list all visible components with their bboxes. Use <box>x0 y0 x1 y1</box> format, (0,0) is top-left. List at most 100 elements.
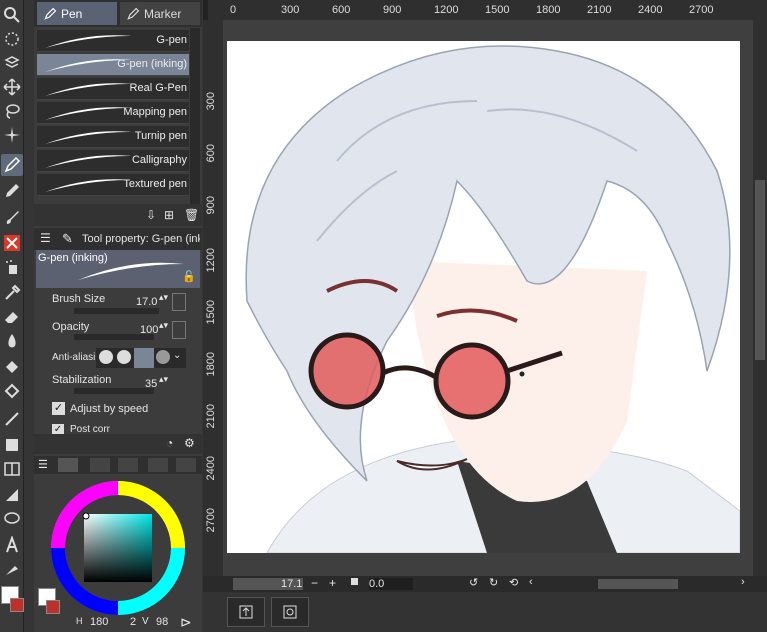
scroll-left-icon[interactable]: ‹ <box>529 576 533 588</box>
pen-tool-icon[interactable] <box>1 154 23 176</box>
brush-size-slider[interactable] <box>74 308 159 314</box>
brush-list-scrollbar[interactable] <box>190 28 200 204</box>
ruler-top-label: 600 <box>332 4 351 16</box>
vertical-scrollbar[interactable] <box>753 0 767 576</box>
adjust-by-speed-row: ✓ Adjust by speed <box>34 400 202 420</box>
brush-size-pressure-icon[interactable] <box>172 293 186 311</box>
scroll-right-icon[interactable]: › <box>741 576 745 588</box>
frame-tool-icon[interactable] <box>1 458 23 480</box>
ruler-top-label: 1800 <box>536 4 561 16</box>
brush-stroke-icon <box>45 83 131 96</box>
zoom-out-icon[interactable]: − <box>311 576 318 590</box>
zoom-value[interactable]: 17.1 <box>281 578 302 590</box>
eraser-tool-icon[interactable] <box>1 306 23 328</box>
brush-size-spinner[interactable]: ▴▾ <box>159 292 168 303</box>
fill-tool-icon[interactable] <box>1 356 23 378</box>
lock-icon[interactable]: 🔓 <box>182 270 196 283</box>
post-correction-checkbox[interactable]: ✓ <box>52 424 64 434</box>
brush-item[interactable]: Mapping pen <box>37 102 189 124</box>
airbrush-tool-icon[interactable] <box>1 256 23 278</box>
ruler-left-label: 900 <box>205 196 217 215</box>
download-icon[interactable]: ⇩ <box>146 208 156 222</box>
eyedropper-tool-icon[interactable] <box>1 282 23 304</box>
reset-icon[interactable]: ◔ <box>166 436 173 450</box>
opacity-spinner[interactable]: ▴▾ <box>159 320 168 331</box>
fit-icon[interactable] <box>351 578 358 585</box>
brush-item[interactable]: Real G-Pen <box>37 78 189 100</box>
ruler-left-label: 300 <box>205 92 217 111</box>
brush-item[interactable]: G-pen <box>37 30 189 52</box>
ruler-tool-icon[interactable] <box>1 484 23 506</box>
tab-color-wheel[interactable] <box>58 458 78 472</box>
opacity-pressure-icon[interactable] <box>172 321 186 339</box>
brush-item[interactable]: Turnip pen <box>37 126 189 148</box>
brush-item-label: G-pen (inking) <box>117 58 187 70</box>
brush-item[interactable]: Textured pen <box>37 174 189 196</box>
rotation-value[interactable]: 0.0 <box>369 578 413 590</box>
tab-marker[interactable]: Marker <box>120 2 200 25</box>
rotate-right-icon[interactable]: ↻ <box>489 576 498 589</box>
vertical-scroll-thumb[interactable] <box>755 180 765 360</box>
brush-tool-icon[interactable] <box>1 206 23 228</box>
brush-stroke-icon <box>45 179 131 192</box>
brush-size-value[interactable]: 17.0 <box>136 296 157 308</box>
stabilization-slider[interactable] <box>74 388 154 394</box>
horizontal-scroll-thumb[interactable] <box>598 579 678 589</box>
chevron-down-icon[interactable]: ⌄ <box>173 350 181 361</box>
tab-pen[interactable]: Pen <box>37 2 117 25</box>
navigator-button[interactable] <box>271 597 309 627</box>
aa-none-option[interactable] <box>99 350 113 364</box>
trash-icon[interactable]: 🗑 <box>184 208 199 222</box>
correct-line-icon[interactable] <box>1 558 23 580</box>
aa-medium-option[interactable] <box>134 348 154 368</box>
text-tool-icon[interactable] <box>1 534 23 556</box>
ruler-top[interactable]: 0 300 600 900 1200 1500 1800 2100 2400 2700 <box>208 0 755 20</box>
duplicate-icon[interactable]: ⊞ <box>164 208 174 222</box>
opacity-slider[interactable] <box>74 334 154 340</box>
auto-select-icon[interactable] <box>1 124 23 146</box>
reset-rotation-icon[interactable]: ⟲ <box>509 576 518 589</box>
panel-menu-icon[interactable]: ☰ <box>38 458 48 471</box>
anti-aliasing-selector[interactable]: ⌄ <box>96 348 186 368</box>
aa-weak-option[interactable] <box>117 350 131 364</box>
sub-color-chip[interactable] <box>46 600 60 614</box>
tab-pen-label: Pen <box>61 6 83 21</box>
blend-tool-icon[interactable] <box>1 330 23 352</box>
zoom-in-icon[interactable]: + <box>329 576 336 590</box>
tab-intermediate-color[interactable] <box>148 458 168 472</box>
fit-window-button[interactable] <box>227 597 265 627</box>
drawing-canvas[interactable] <box>227 41 740 553</box>
gradient-tool-icon[interactable] <box>1 434 23 456</box>
ruler-left-label: 2700 <box>205 508 217 533</box>
decoration-tool-icon[interactable] <box>1 232 23 254</box>
move-tool-icon[interactable] <box>1 76 23 98</box>
brush-item[interactable]: G-pen (inking) <box>37 54 189 76</box>
anti-aliasing-label: Anti-aliasin <box>52 352 101 363</box>
color-wheel[interactable] <box>50 480 186 616</box>
stabilization-row: Stabilization 35 ▴▾ <box>34 372 202 400</box>
lasso-tool-icon[interactable] <box>1 100 23 122</box>
color-mode-icon[interactable]: ⊳ <box>180 614 192 631</box>
tab-color-set[interactable] <box>118 458 138 472</box>
line-tool-icon[interactable] <box>1 408 23 430</box>
menu-icon[interactable]: ☰ <box>40 231 51 245</box>
brush-item[interactable]: Calligraphy <box>37 150 189 172</box>
sat-value: 2 <box>130 616 137 628</box>
settings-icon[interactable]: ⚙ <box>184 436 195 450</box>
rotate-left-icon[interactable]: ↺ <box>469 576 478 589</box>
selection-tool-icon[interactable] <box>1 28 23 50</box>
ruler-left[interactable]: 300 600 900 1200 1500 1800 2100 2400 2700 <box>203 20 223 580</box>
stabilization-spinner[interactable]: ▴▾ <box>159 374 168 385</box>
zoom-tool-icon[interactable] <box>1 4 23 26</box>
tab-color-slider[interactable] <box>90 458 110 472</box>
aa-strong-option[interactable] <box>156 350 170 364</box>
brush-size-row: Brush Size 17.0 ▴▾ <box>34 290 202 318</box>
paint-bucket-icon[interactable] <box>1 380 23 402</box>
adjust-by-speed-checkbox[interactable]: ✓ <box>52 402 65 415</box>
balloon-tool-icon[interactable] <box>1 508 23 530</box>
pencil-tool-icon[interactable] <box>1 180 23 202</box>
layer-move-icon[interactable] <box>1 52 23 74</box>
sub-color-swatch[interactable] <box>10 598 24 612</box>
tab-similar-color[interactable] <box>176 458 196 472</box>
ruler-top-label: 1500 <box>485 4 510 16</box>
